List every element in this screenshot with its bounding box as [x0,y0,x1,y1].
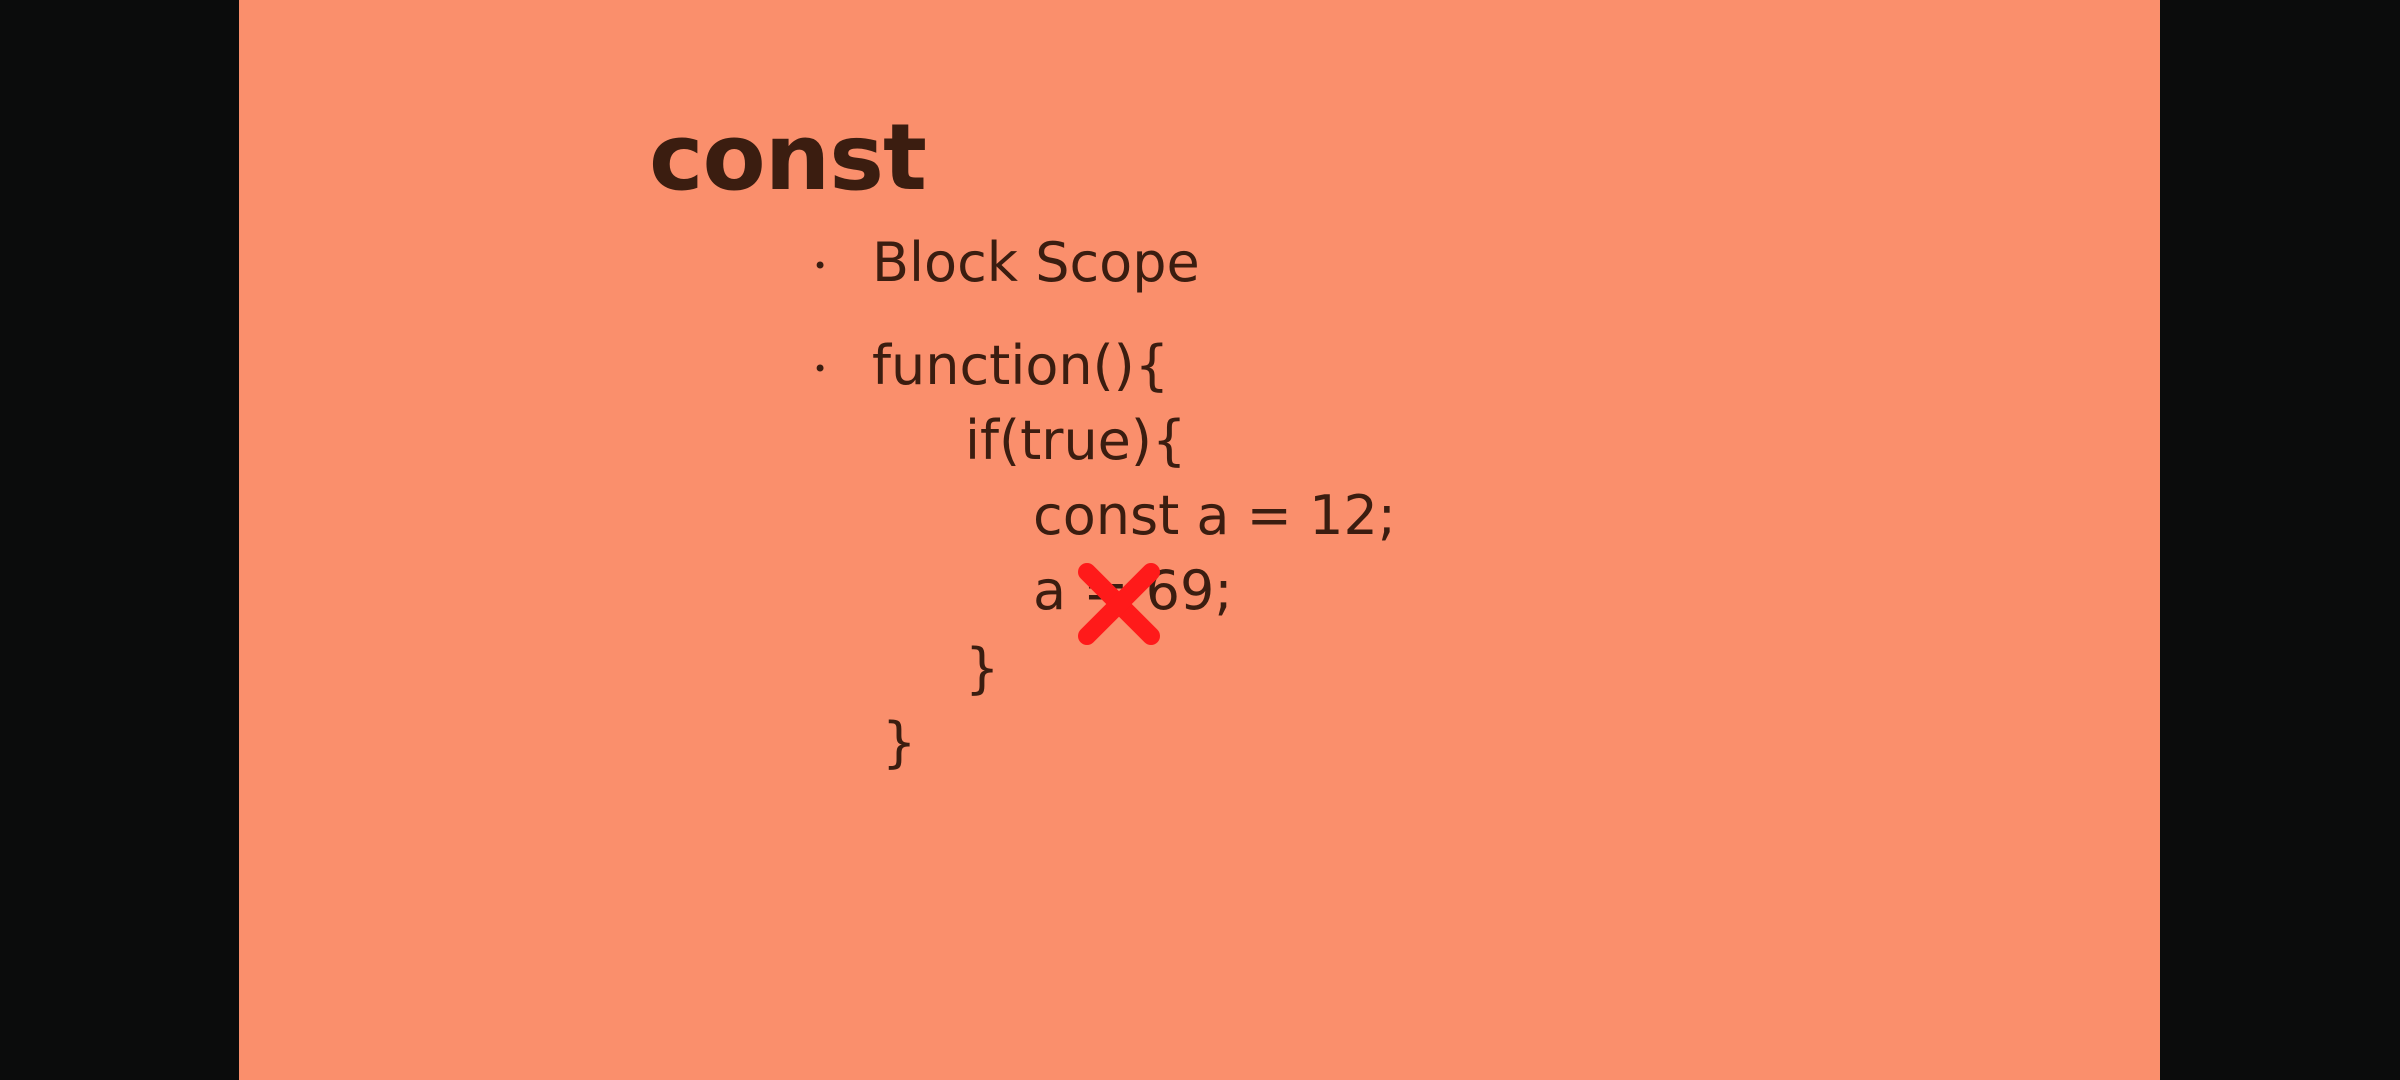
bullet-marker: • [813,252,828,280]
bullet-block-scope: Block Scope [872,231,1200,294]
slide: const • Block Scope • function(){ if(tru… [239,0,2160,1080]
code-line-close-function: } [882,711,917,774]
slide-title: const [649,104,927,211]
bullet-marker: • [813,355,828,383]
code-line-if: if(true){ [965,409,1187,472]
x-mark-icon [1078,563,1160,645]
code-line-close-if: } [965,637,1000,700]
code-line-reassign-wrapper: a = 69; [1033,563,1233,645]
code-line-const: const a = 12; [1033,484,1396,547]
bullet-function: function(){ [872,334,1170,397]
screen: const • Block Scope • function(){ if(tru… [0,0,2400,1080]
